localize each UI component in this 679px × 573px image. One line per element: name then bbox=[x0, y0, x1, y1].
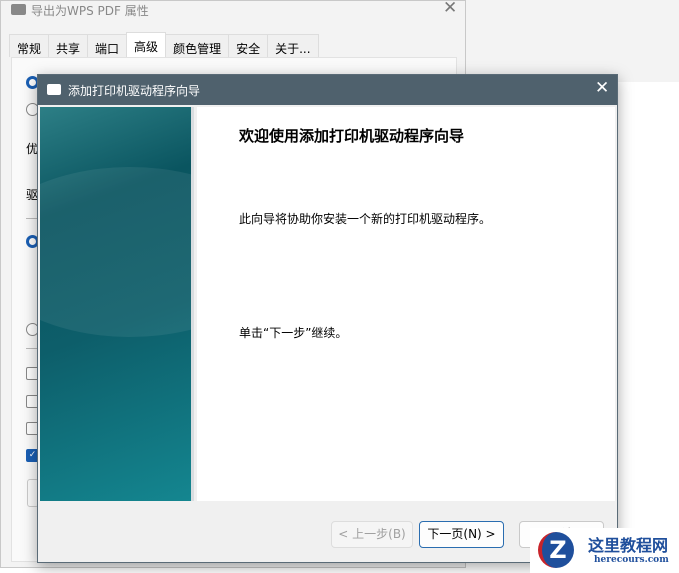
wizard-heading: 欢迎使用添加打印机驱动程序向导 bbox=[239, 127, 465, 145]
dialog-title: 导出为WPS PDF 属性 bbox=[31, 4, 149, 18]
wizard-title: 添加打印机驱动程序向导 bbox=[68, 84, 201, 98]
wizard-side-banner bbox=[40, 107, 194, 501]
back-button[interactable]: < 上一步(B) bbox=[331, 521, 413, 548]
watermark: Z 这里教程网 herecours.com bbox=[530, 528, 679, 573]
close-icon[interactable]: ✕ bbox=[595, 78, 609, 98]
printer-icon bbox=[11, 4, 26, 15]
tab-about[interactable]: 关于... bbox=[267, 34, 319, 57]
watermark-name: 这里教程网 bbox=[588, 536, 669, 555]
printer-icon bbox=[47, 84, 61, 95]
tab-advanced[interactable]: 高级 bbox=[126, 32, 167, 57]
watermark-logo: Z bbox=[538, 532, 574, 568]
watermark-url: herecours.com bbox=[594, 555, 669, 565]
add-printer-driver-wizard: 添加打印机驱动程序向导 ✕ 欢迎使用添加打印机驱动程序向导 此向导将协助你安装一… bbox=[37, 74, 618, 563]
wizard-content: 欢迎使用添加打印机驱动程序向导 此向导将协助你安装一个新的打印机驱动程序。 单击… bbox=[197, 107, 615, 501]
wizard-intro: 此向导将协助你安装一个新的打印机驱动程序。 bbox=[239, 212, 492, 226]
tab-ports[interactable]: 端口 bbox=[87, 34, 128, 57]
tab-sharing[interactable]: 共享 bbox=[48, 34, 89, 57]
close-icon[interactable]: ✕ bbox=[443, 0, 457, 18]
desktop-background bbox=[465, 0, 679, 82]
next-button[interactable]: 下一页(N) > bbox=[419, 521, 504, 548]
tab-security[interactable]: 安全 bbox=[228, 34, 269, 57]
wizard-title-bar: 添加打印机驱动程序向导 ✕ bbox=[38, 75, 617, 105]
wizard-continue-hint: 单击“下一步”继续。 bbox=[239, 326, 348, 340]
tab-color-management[interactable]: 颜色管理 bbox=[165, 34, 230, 57]
tab-bar: 常规 共享 端口 高级 颜色管理 安全 关于... bbox=[9, 32, 319, 57]
tab-general[interactable]: 常规 bbox=[9, 34, 50, 57]
